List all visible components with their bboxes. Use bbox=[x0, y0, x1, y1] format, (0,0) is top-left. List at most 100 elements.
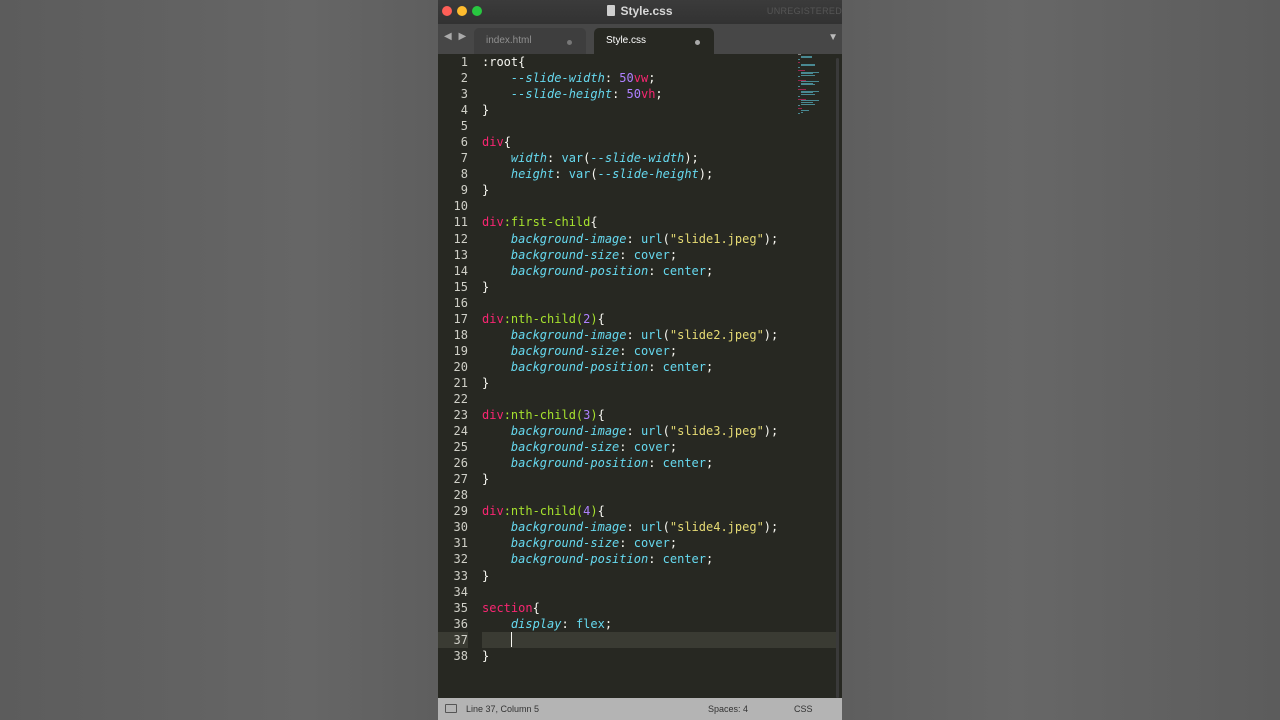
code-token: : bbox=[626, 520, 641, 535]
code-line[interactable]: } bbox=[482, 471, 837, 487]
code-token: div bbox=[482, 504, 504, 519]
code-area[interactable]: :root{ --slide-width: 50vw; --slide-heig… bbox=[482, 54, 837, 664]
code-line[interactable]: background-size: cover; bbox=[482, 535, 837, 551]
code-line[interactable]: background-size: cover; bbox=[482, 343, 837, 359]
code-token: ; bbox=[706, 456, 714, 471]
code-token: : bbox=[619, 247, 634, 262]
code-line[interactable]: height: var(--slide-height); bbox=[482, 166, 837, 182]
code-token: ) bbox=[590, 311, 598, 326]
syntax-mode[interactable]: CSS bbox=[794, 704, 813, 714]
code-token: :first-child bbox=[503, 215, 591, 230]
code-token: cover bbox=[633, 440, 670, 455]
tab-index-html[interactable]: index.html bbox=[474, 28, 586, 54]
unregistered-label: UNREGISTERED bbox=[766, 6, 842, 16]
code-line[interactable]: div:first-child{ bbox=[482, 214, 837, 230]
code-line[interactable] bbox=[482, 487, 837, 503]
code-token: : bbox=[626, 424, 641, 439]
code-token: : bbox=[604, 71, 620, 86]
code-token: center bbox=[662, 552, 706, 567]
code-line[interactable]: background-position: center; bbox=[482, 263, 837, 279]
code-line[interactable]: background-image: url("slide1.jpeg"); bbox=[482, 231, 837, 247]
code-token: ; bbox=[706, 263, 714, 278]
code-token: height bbox=[510, 167, 555, 182]
code-editor[interactable]: 1 2 3 4 5 6 7 8 9 10 11 12 13 14 15 16 17 18 19 20 21 22 23 24 2… bbox=[438, 54, 842, 698]
code-line[interactable]: width: var(--slide-width); bbox=[482, 150, 837, 166]
code-line[interactable]: div{ bbox=[482, 134, 837, 150]
code-line[interactable]: background-size: cover; bbox=[482, 247, 837, 263]
code-token: background-position bbox=[510, 263, 649, 278]
code-token: ; bbox=[655, 87, 663, 102]
code-token: url bbox=[640, 424, 663, 439]
tab-style-css[interactable]: Style.css bbox=[594, 28, 714, 54]
code-line[interactable]: } bbox=[482, 648, 837, 664]
code-line[interactable]: --slide-width: 50vw; bbox=[482, 70, 837, 86]
code-line[interactable]: } bbox=[482, 568, 837, 584]
line-number: 20 bbox=[453, 359, 468, 374]
code-line[interactable]: background-position: center; bbox=[482, 455, 837, 471]
code-token: : bbox=[648, 263, 663, 278]
code-line[interactable]: background-image: url("slide4.jpeg"); bbox=[482, 519, 837, 535]
code-line[interactable] bbox=[482, 391, 837, 407]
background-left bbox=[0, 0, 438, 720]
code-line[interactable]: div:nth-child(4){ bbox=[482, 503, 837, 519]
code-token: background-image bbox=[510, 520, 627, 535]
code-line[interactable]: } bbox=[482, 102, 837, 118]
panel-toggle-icon[interactable] bbox=[445, 704, 457, 713]
code-line[interactable]: } bbox=[482, 279, 837, 295]
code-token: { bbox=[503, 135, 511, 150]
code-token: section bbox=[482, 600, 533, 615]
code-line[interactable]: background-image: url("slide3.jpeg"); bbox=[482, 423, 837, 439]
line-number: 8 bbox=[460, 167, 468, 182]
indentation-setting[interactable]: Spaces: 4 bbox=[708, 704, 748, 714]
code-token: : bbox=[626, 231, 641, 246]
code-line[interactable]: background-position: center; bbox=[482, 551, 837, 567]
code-token: url bbox=[640, 520, 663, 535]
line-number: 29 bbox=[453, 504, 468, 519]
unsaved-dot-icon[interactable] bbox=[567, 40, 572, 45]
code-line[interactable] bbox=[482, 118, 837, 134]
code-line[interactable] bbox=[482, 198, 837, 214]
code-line[interactable]: background-image: url("slide2.jpeg"); bbox=[482, 327, 837, 343]
title-bar: Style.css UNREGISTERED bbox=[438, 0, 842, 24]
code-token: :root bbox=[482, 55, 519, 69]
code-token: --slide-width bbox=[590, 151, 685, 166]
tab-label: index.html bbox=[486, 35, 532, 46]
code-token: } bbox=[482, 103, 490, 118]
code-token: { bbox=[518, 55, 526, 69]
code-token: { bbox=[597, 408, 605, 423]
unsaved-dot-icon[interactable] bbox=[695, 40, 700, 45]
code-token: } bbox=[482, 568, 490, 583]
code-line[interactable]: div:nth-child(2){ bbox=[482, 311, 837, 327]
code-line[interactable] bbox=[482, 584, 837, 600]
tab-menu-chevron-down-icon[interactable]: ▼ bbox=[828, 32, 838, 43]
tab-nav-arrows-icon[interactable]: ◀ ▶ bbox=[444, 31, 468, 42]
code-line[interactable]: :root{ bbox=[482, 54, 837, 70]
minimap[interactable] bbox=[798, 54, 832, 124]
code-line[interactable]: } bbox=[482, 182, 837, 198]
code-line[interactable]: background-size: cover; bbox=[482, 439, 837, 455]
code-line[interactable]: section{ bbox=[482, 600, 837, 616]
code-line[interactable]: --slide-height: 50vh; bbox=[482, 86, 837, 102]
code-line[interactable] bbox=[482, 631, 837, 648]
line-number: 31 bbox=[453, 536, 468, 551]
vertical-scrollbar[interactable] bbox=[836, 58, 839, 698]
code-line[interactable]: } bbox=[482, 375, 837, 391]
code-line[interactable]: display: flex; bbox=[482, 616, 837, 632]
code-token: var bbox=[568, 167, 591, 182]
minimap-line bbox=[798, 95, 800, 97]
code-line[interactable]: background-position: center; bbox=[482, 359, 837, 375]
code-line[interactable]: div:nth-child(3){ bbox=[482, 407, 837, 423]
cursor-position: Line 37, Column 5 bbox=[466, 704, 540, 714]
status-bar: Line 37, Column 5 Spaces: 4 CSS bbox=[438, 698, 842, 720]
code-token: vw bbox=[633, 71, 649, 86]
code-line[interactable] bbox=[482, 295, 837, 311]
code-token: : bbox=[626, 327, 641, 342]
minimap-line bbox=[798, 105, 800, 107]
code-token: cover bbox=[633, 536, 670, 551]
